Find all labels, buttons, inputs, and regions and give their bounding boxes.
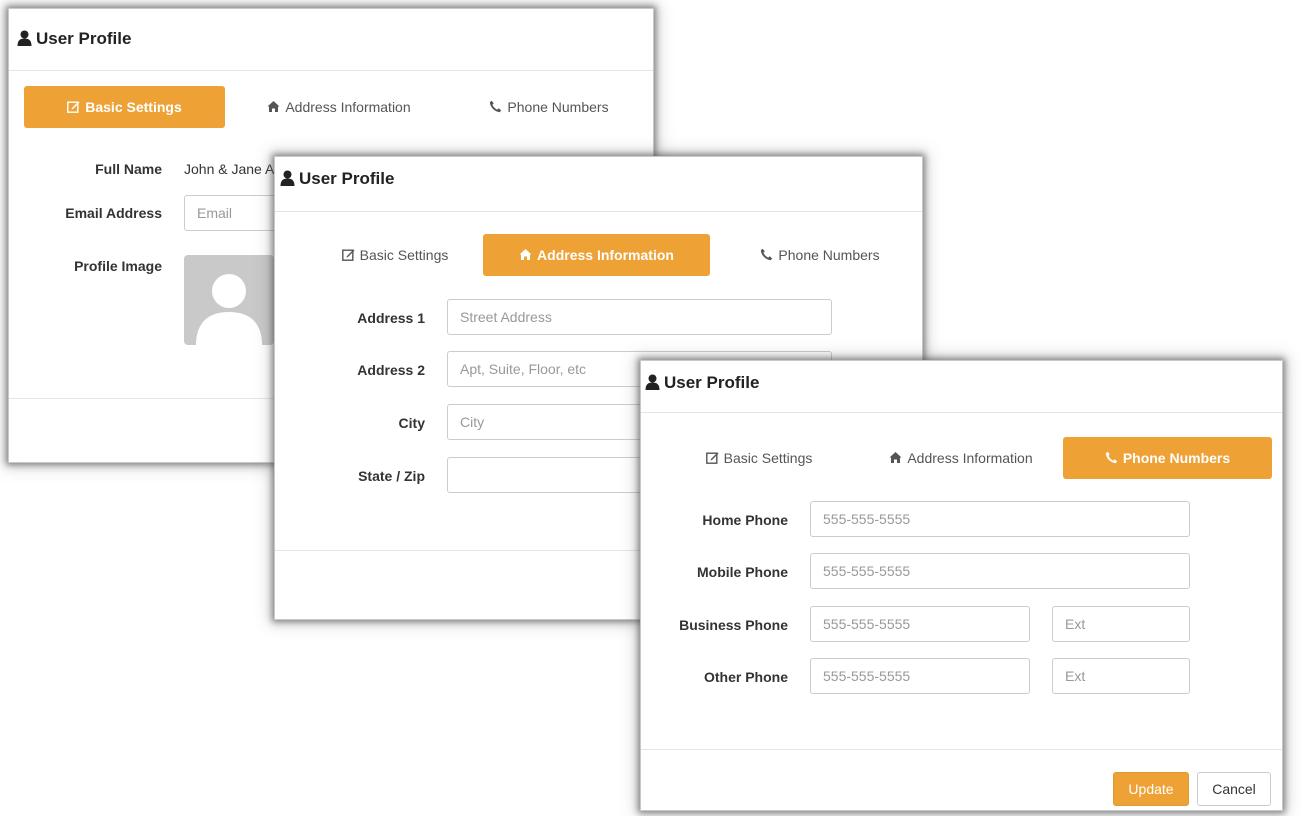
business-ext-input[interactable]: Ext [1052, 606, 1190, 642]
city-label: City [398, 415, 425, 431]
tab-basic-settings[interactable]: Basic Settings [659, 437, 859, 479]
home-icon [519, 249, 532, 260]
edit-icon [341, 249, 355, 261]
edit-icon [67, 101, 80, 113]
user-icon [280, 170, 295, 186]
cancel-button[interactable]: Cancel [1197, 772, 1271, 806]
tab-phone-numbers[interactable]: Phone Numbers [720, 234, 920, 276]
email-label: Email Address [65, 205, 162, 221]
tab-basic-settings[interactable]: Basic Settings [24, 86, 225, 128]
user-icon [17, 30, 32, 46]
phone-icon [490, 100, 502, 113]
default-avatar-icon [196, 274, 262, 345]
update-button[interactable]: Update [1113, 772, 1189, 806]
panel-header: User Profile [641, 361, 1282, 413]
home-icon [267, 101, 280, 112]
panel-title: User Profile [280, 169, 394, 189]
profile-image-label: Profile Image [74, 258, 162, 274]
business-phone-label: Business Phone [679, 617, 788, 633]
panel-title: User Profile [645, 373, 759, 393]
full-name-value: John & Jane A [184, 161, 275, 177]
address1-label: Address 1 [357, 310, 425, 326]
panel-header: User Profile [275, 157, 922, 212]
phone-icon [1105, 451, 1118, 464]
edit-icon [705, 452, 719, 464]
tab-basic-settings[interactable]: Basic Settings [295, 234, 495, 276]
full-name-label: Full Name [95, 161, 162, 177]
mobile-phone-input[interactable]: 555-555-5555 [810, 553, 1190, 589]
user-icon [645, 374, 660, 390]
business-phone-input[interactable]: 555-555-5555 [810, 606, 1030, 642]
footer-divider [641, 749, 1282, 750]
avatar[interactable] [184, 255, 274, 345]
address2-label: Address 2 [357, 362, 425, 378]
mobile-phone-label: Mobile Phone [697, 564, 788, 580]
other-ext-input[interactable]: Ext [1052, 658, 1190, 694]
address1-input[interactable]: Street Address [447, 299, 832, 335]
phone-icon [761, 248, 773, 261]
panel-header: User Profile [9, 9, 653, 71]
tab-phone-numbers[interactable]: Phone Numbers [1063, 437, 1272, 479]
home-phone-label: Home Phone [702, 512, 788, 528]
tab-address-information[interactable]: Address Information [861, 437, 1061, 479]
home-icon [889, 452, 902, 463]
other-phone-input[interactable]: 555-555-5555 [810, 658, 1030, 694]
state-zip-label: State / Zip [358, 468, 425, 484]
tab-address-information[interactable]: Address Information [483, 234, 710, 276]
user-profile-panel-phone: User Profile Basic Settings Address Info… [640, 360, 1283, 811]
tab-address-information[interactable]: Address Information [239, 86, 439, 128]
panel-title: User Profile [17, 29, 131, 49]
home-phone-input[interactable]: 555-555-5555 [810, 501, 1190, 537]
other-phone-label: Other Phone [703, 669, 788, 685]
tab-phone-numbers[interactable]: Phone Numbers [449, 86, 649, 128]
